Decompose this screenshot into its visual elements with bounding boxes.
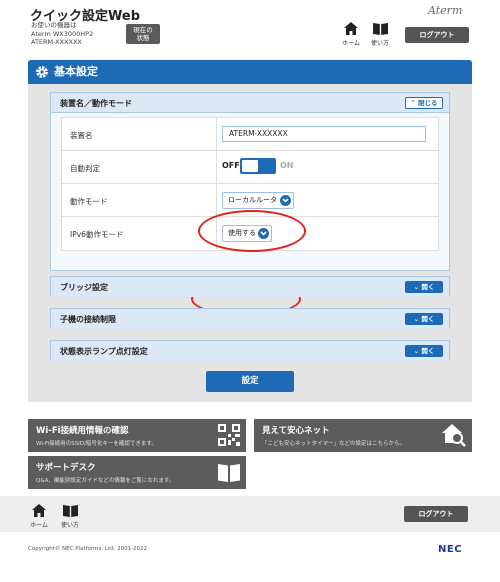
book-icon xyxy=(62,505,78,517)
aterm-logo: Aterm xyxy=(428,4,463,17)
book-icon xyxy=(372,23,388,35)
footer-home-label: ホーム xyxy=(30,522,48,529)
row-device-name: 装置名 ATERM-XXXXXX xyxy=(62,118,438,151)
open-section-label: 開く xyxy=(421,315,435,323)
safe-net-title: 見えて安心ネット xyxy=(262,426,330,436)
row-auto-detect: 自動判定 OFF ON xyxy=(62,151,438,184)
safe-net-sub: 「こども安心ネットタイマー」などの設定はこちらから。 xyxy=(262,441,406,447)
nec-logo: NEC xyxy=(438,544,463,555)
switch-on-label: ON xyxy=(280,161,294,170)
home-search-icon xyxy=(442,424,466,447)
status-lamp-section-header[interactable]: 状態表示ランプ点灯設定 ⌄ 開く xyxy=(51,341,449,361)
apply-button[interactable]: 設定 xyxy=(206,371,294,392)
client-restriction-section-title: 子機の接続制限 xyxy=(60,315,116,324)
support-desk-title: サポートデスク xyxy=(36,463,96,473)
client-restriction-section-header[interactable]: 子機の接続制限 ⌄ 開く xyxy=(51,309,449,329)
bridge-section-title: ブリッジ設定 xyxy=(60,283,108,292)
close-section-label: 閉じる xyxy=(418,99,438,107)
footer-home-button[interactable]: ホーム xyxy=(26,504,52,529)
chevron-down-icon: ⌄ xyxy=(413,347,420,355)
device-mode-section-title: 装置名／動作モード xyxy=(60,99,132,108)
basic-settings-panel: 基本設定 装置名／動作モード ⌃ 閉じる 装置名 ATERM-XXXXXX 自動… xyxy=(28,60,472,402)
annotation-circle xyxy=(198,210,306,252)
home-label: ホーム xyxy=(342,40,360,47)
home-icon xyxy=(344,22,358,35)
open-section-label: 開く xyxy=(421,347,435,355)
bridge-section[interactable]: ブリッジ設定 ⌄ 開く xyxy=(50,276,450,297)
chevron-up-icon: ⌃ xyxy=(410,99,416,107)
close-section-button[interactable]: ⌃ 閉じる xyxy=(405,97,443,109)
chevron-down-icon: ⌄ xyxy=(413,283,420,291)
open-section-button[interactable]: ⌄ 開く xyxy=(405,345,443,357)
gear-icon xyxy=(36,66,48,78)
wifi-info-tile[interactable]: Wi-Fi接続用情報の確認 Wi-Fi接続用のSSID/暗号化キーを確認できます… xyxy=(28,419,246,452)
support-desk-sub: Q&A、機能別設定ガイドなどの情報をご覧になれます。 xyxy=(36,478,175,484)
device-name-label: 装置名 xyxy=(70,131,93,140)
open-section-label: 開く xyxy=(421,283,435,291)
auto-detect-toggle[interactable] xyxy=(240,158,276,174)
chevron-down-icon: ⌄ xyxy=(413,315,420,323)
panel-title: 基本設定 xyxy=(28,60,472,84)
device-name: ATERM-XXXXXX xyxy=(31,38,82,46)
help-button[interactable]: 使い方 xyxy=(367,22,393,47)
book-icon xyxy=(218,464,240,482)
operation-mode-select[interactable]: ローカルルータ xyxy=(222,192,294,209)
bridge-section-header[interactable]: ブリッジ設定 ⌄ 開く xyxy=(51,277,449,297)
device-name-input[interactable]: ATERM-XXXXXX xyxy=(222,126,426,142)
wifi-info-title: Wi-Fi接続用情報の確認 xyxy=(36,426,129,436)
device-mode-section-header: 装置名／動作モード ⌃ 閉じる xyxy=(51,93,449,113)
home-icon xyxy=(32,504,46,517)
support-desk-tile[interactable]: サポートデスク Q&A、機能別設定ガイドなどの情報をご覧になれます。 xyxy=(28,456,246,489)
help-label: 使い方 xyxy=(370,40,389,47)
safe-net-tile[interactable]: 見えて安心ネット 「こども安心ネットタイマー」などの設定はこちらから。 xyxy=(254,419,472,452)
footer-logout-button[interactable]: ログアウト xyxy=(404,506,468,522)
client-restriction-section[interactable]: 子機の接続制限 ⌄ 開く xyxy=(50,308,450,329)
toggle-knob xyxy=(242,160,258,172)
current-status-button[interactable]: 現在の 状態 xyxy=(126,24,160,44)
qr-code-icon xyxy=(218,424,240,446)
operation-mode-label: 動作モード xyxy=(70,197,108,206)
open-section-button[interactable]: ⌄ 開く xyxy=(405,281,443,293)
ipv6-mode-label: IPv6動作モード xyxy=(70,230,124,239)
footer-bar: ホーム 使い方 ログアウト xyxy=(0,496,500,532)
device-model: Aterm WX3000HP2 xyxy=(31,29,94,38)
wifi-info-sub: Wi-Fi接続用のSSID/暗号化キーを確認できます。 xyxy=(36,441,157,447)
chevron-down-icon xyxy=(280,195,291,206)
device-info: お使いの機器は Aterm WX3000HP2 ATERM-XXXXXX xyxy=(31,21,93,47)
auto-detect-label: 自動判定 xyxy=(70,164,100,173)
copyright: Copyright© NEC Platforms, Ltd. 2001-2022 xyxy=(28,546,148,552)
switch-off-label: OFF xyxy=(222,161,240,170)
row-divider xyxy=(216,118,217,150)
operation-mode-value: ローカルルータ xyxy=(228,196,277,204)
status-lamp-section[interactable]: 状態表示ランプ点灯設定 ⌄ 開く xyxy=(50,340,450,361)
footer-help-button[interactable]: 使い方 xyxy=(57,504,83,529)
logout-button[interactable]: ログアウト xyxy=(405,27,469,43)
footer-help-label: 使い方 xyxy=(60,522,79,529)
panel-title-text: 基本設定 xyxy=(54,65,98,78)
header: クイック設定Web お使いの機器は Aterm WX3000HP2 ATERM-… xyxy=(0,0,500,54)
home-button[interactable]: ホーム xyxy=(338,22,364,47)
row-divider xyxy=(216,151,217,183)
row-divider xyxy=(216,184,217,216)
open-section-button[interactable]: ⌄ 開く xyxy=(405,313,443,325)
status-lamp-section-title: 状態表示ランプ点灯設定 xyxy=(60,347,148,356)
device-label: お使いの機器は xyxy=(31,21,77,29)
